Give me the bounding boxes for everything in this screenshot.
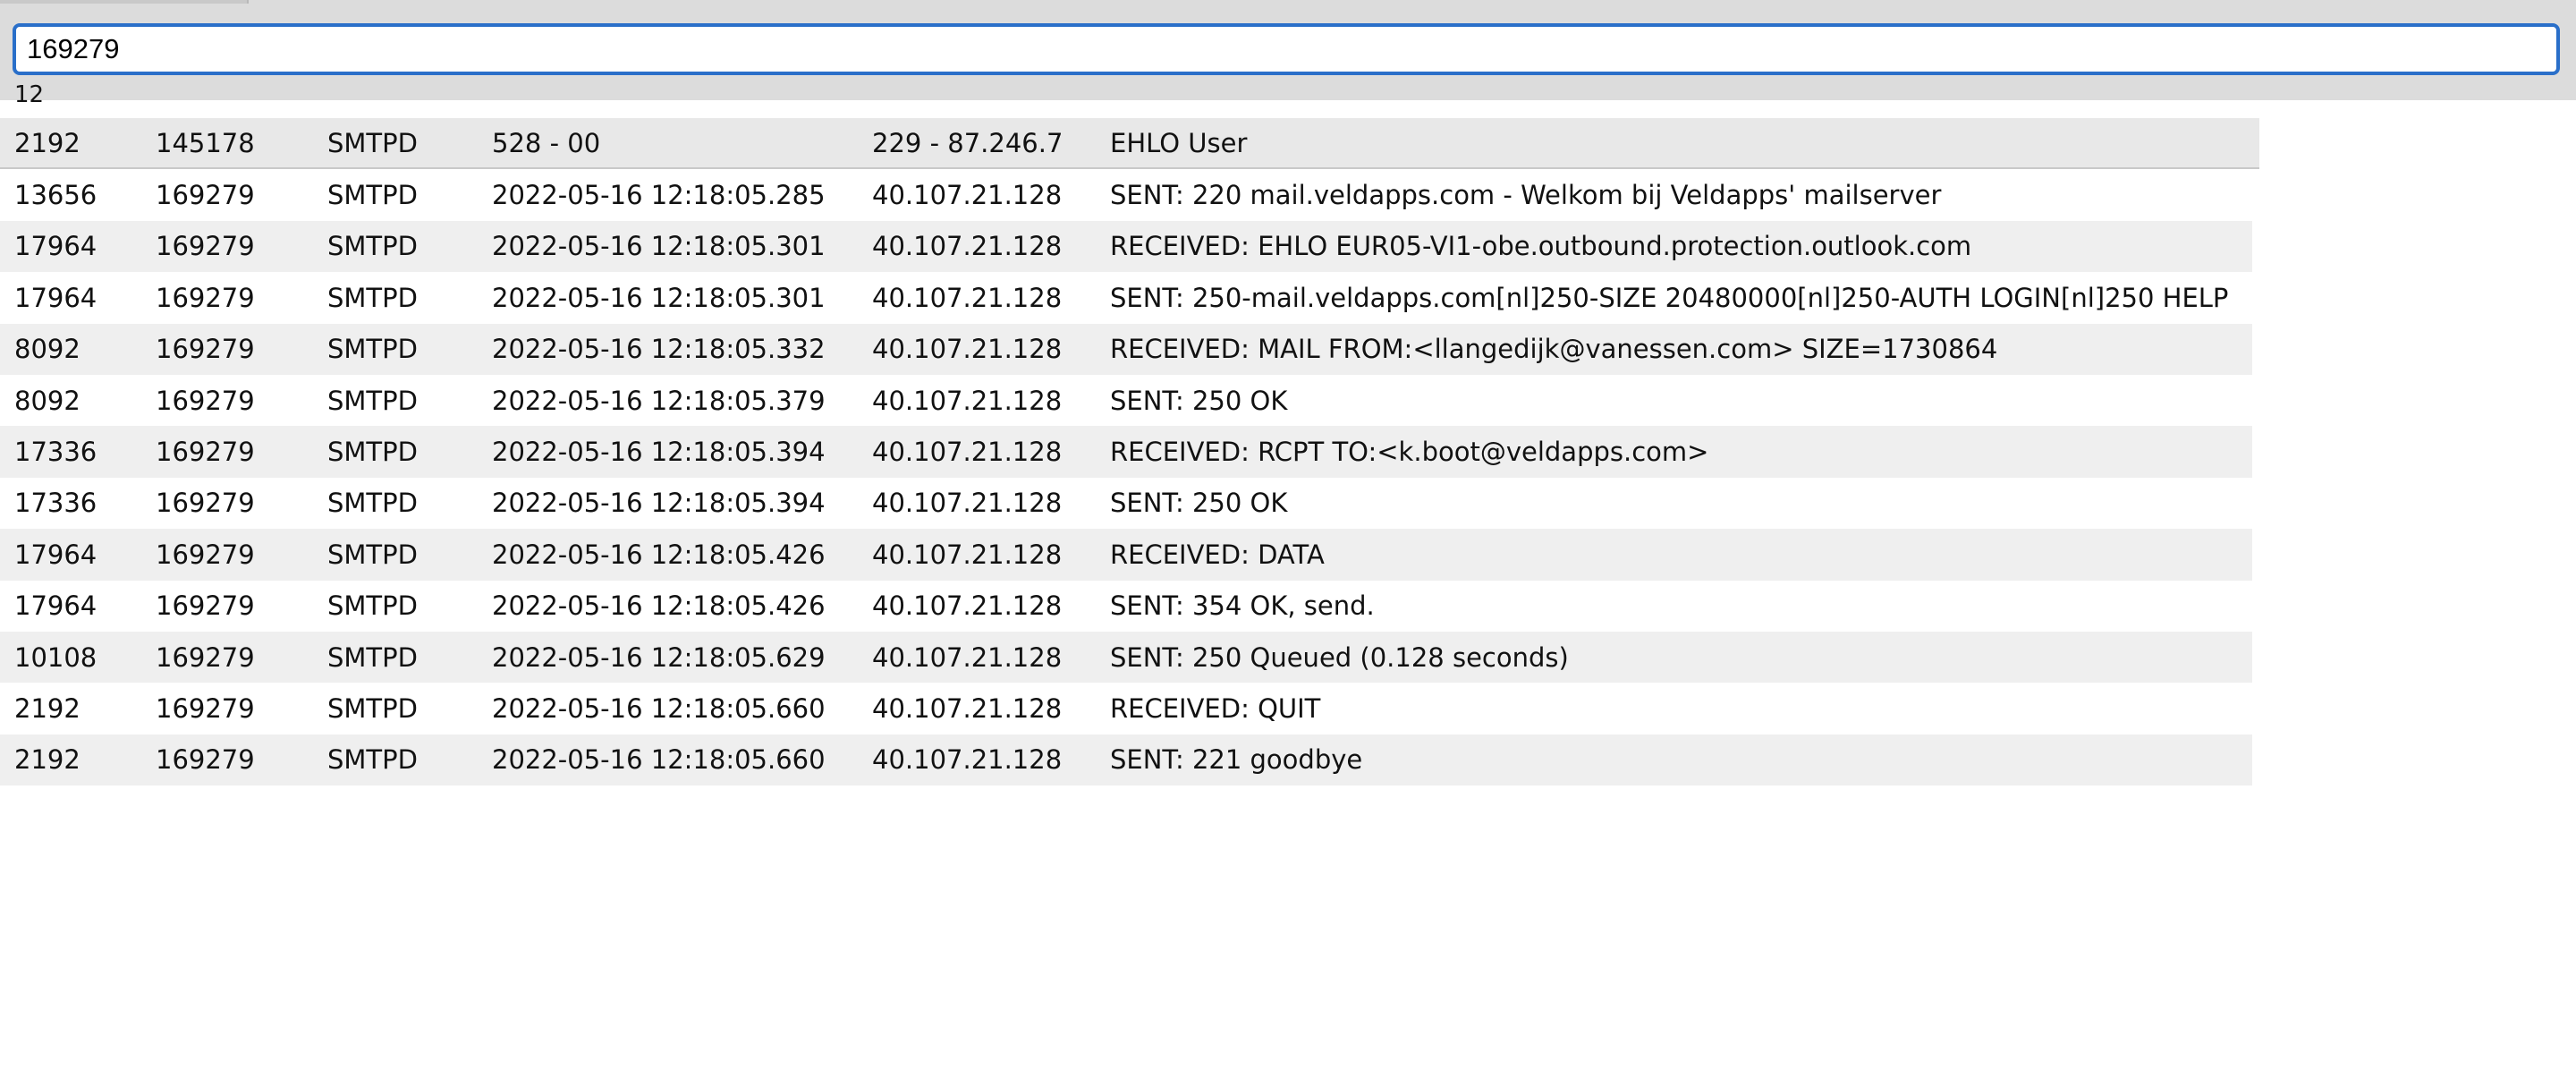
cell-message: EHLO User (1110, 127, 1248, 158)
cell-ip: 40.107.21.128 (872, 488, 1063, 519)
cell-pid: 2192 (14, 127, 80, 158)
cell-ip: 40.107.21.128 (872, 334, 1063, 365)
cell-message: RECEIVED: MAIL FROM:<llangedijk@vanessen… (1110, 334, 1998, 365)
table-row[interactable]: 2192 169279 SMTPD 2022-05-16 12:18:05.660 40… (0, 734, 2252, 786)
cell-time: 2022-05-16 12:18:05.301 (492, 231, 826, 262)
cell-session: 169279 (156, 744, 255, 776)
cell-ip: 40.107.21.128 (872, 744, 1063, 776)
cell-type: SMTPD (327, 231, 418, 262)
cell-message: RECEIVED: RCPT TO:<k.boot@veldapps.com> (1110, 437, 1709, 468)
cell-time: 2022-05-16 12:18:05.629 (492, 641, 826, 673)
cell-time: 2022-05-16 12:18:05.332 (492, 334, 826, 365)
cell-session: 169279 (156, 437, 255, 468)
cell-ip: 40.107.21.128 (872, 641, 1063, 673)
cell-ip: 229 - 87.246.7 (872, 127, 1063, 158)
cell-message: SENT: 250 Queued (0.128 seconds) (1110, 641, 1569, 673)
cell-session: 169279 (156, 180, 255, 211)
cell-pid: 2192 (14, 744, 80, 776)
cell-pid: 13656 (14, 180, 97, 211)
cell-session: 169279 (156, 692, 255, 724)
cell-message: SENT: 250-mail.veldapps.com[nl]250-SIZE … (1110, 282, 2229, 313)
cell-message: RECEIVED: EHLO EUR05-VI1-obe.outbound.pr… (1110, 231, 1972, 262)
cell-type: SMTPD (327, 590, 418, 622)
cell-message: SENT: 220 mail.veldapps.com - Welkom bij… (1110, 180, 1942, 211)
filter-toolbar: 12 (0, 0, 2576, 108)
cell-time: 2022-05-16 12:18:05.285 (492, 180, 826, 211)
cell-message: SENT: 250 OK (1110, 385, 1288, 416)
cell-time: 2022-05-16 12:18:05.394 (492, 437, 826, 468)
cell-session: 145178 (156, 127, 255, 158)
cell-message: SENT: 354 OK, send. (1110, 590, 1375, 622)
cell-ip: 40.107.21.128 (872, 539, 1063, 570)
cell-time: 2022-05-16 12:18:05.379 (492, 385, 826, 416)
cell-type: SMTPD (327, 692, 418, 724)
cell-pid: 10108 (14, 641, 97, 673)
cell-session: 169279 (156, 539, 255, 570)
cell-session: 169279 (156, 282, 255, 313)
cell-session: 169279 (156, 488, 255, 519)
table-row[interactable]: 8092 169279 SMTPD 2022-05-16 12:18:05.332 40… (0, 323, 2252, 375)
cell-message: SENT: 221 goodbye (1110, 744, 1363, 776)
cell-type: SMTPD (327, 127, 418, 158)
search-input[interactable] (16, 27, 2556, 72)
cell-pid: 17336 (14, 488, 97, 519)
table-row[interactable]: 17964 169279 SMTPD 2022-05-16 12:18:05.301 4… (0, 272, 2252, 324)
cell-pid: 17964 (14, 282, 97, 313)
cell-pid: 17964 (14, 539, 97, 570)
table-row[interactable]: 2192 169279 SMTPD 2022-05-16 12:18:05.660 40… (0, 683, 2252, 735)
cell-ip: 40.107.21.128 (872, 692, 1063, 724)
cell-session: 169279 (156, 641, 255, 673)
cell-pid: 8092 (14, 385, 80, 416)
table-row[interactable]: 10108 169279 SMTPD 2022-05-16 12:18:05.629 4… (0, 631, 2252, 684)
cell-ip: 40.107.21.128 (872, 282, 1063, 313)
cell-pid: 2192 (14, 692, 80, 724)
cell-ip: 40.107.21.128 (872, 385, 1063, 416)
cell-time: 2022-05-16 12:18:05.301 (492, 282, 826, 313)
table-row[interactable]: 17336 169279 SMTPD 2022-05-16 12:18:05.394 4… (0, 477, 2252, 530)
cell-pid: 17336 (14, 437, 97, 468)
cell-ip: 40.107.21.128 (872, 231, 1063, 262)
table-row[interactable]: 13656 169279 SMTPD 2022-05-16 12:18:05.285 4… (0, 169, 2252, 221)
cell-session: 169279 (156, 385, 255, 416)
cell-message: SENT: 250 OK (1110, 488, 1288, 519)
table-row[interactable]: 17964 169279 SMTPD 2022-05-16 12:18:05.301 4… (0, 220, 2252, 273)
cell-type: SMTPD (327, 488, 418, 519)
cell-pid: 17964 (14, 231, 97, 262)
search-field[interactable] (13, 23, 2560, 75)
cell-message: RECEIVED: DATA (1110, 539, 1325, 570)
cell-session: 169279 (156, 231, 255, 262)
cell-type: SMTPD (327, 334, 418, 365)
table-body: 13656 169279 SMTPD 2022-05-16 12:18:05.285 4… (0, 169, 2576, 786)
cell-ip: 40.107.21.128 (872, 437, 1063, 468)
cell-type: SMTPD (327, 437, 418, 468)
cell-message: RECEIVED: QUIT (1110, 692, 1321, 724)
cell-type: SMTPD (327, 539, 418, 570)
cell-type: SMTPD (327, 385, 418, 416)
cell-time: 528 - 00 (492, 127, 601, 158)
cell-time: 2022-05-16 12:18:05.426 (492, 539, 826, 570)
cell-session: 169279 (156, 590, 255, 622)
cell-session: 169279 (156, 334, 255, 365)
log-table: 2192 145178 SMTPD 528 - 00 229 - 87.246.… (0, 118, 2576, 786)
table-row[interactable]: 17964 169279 SMTPD 2022-05-16 12:18:05.426 4… (0, 580, 2252, 632)
cell-time: 2022-05-16 12:18:05.426 (492, 590, 826, 622)
cell-type: SMTPD (327, 641, 418, 673)
log-viewer: 12 2192 145178 SMTPD 528 - 00 229 - 87.2… (0, 0, 2576, 1070)
tab-edge (0, 0, 249, 4)
cell-type: SMTPD (327, 282, 418, 313)
cell-type: SMTPD (327, 744, 418, 776)
table-row[interactable]: 8092 169279 SMTPD 2022-05-16 12:18:05.379 40… (0, 374, 2252, 427)
cell-pid: 8092 (14, 334, 80, 365)
cell-time: 2022-05-16 12:18:05.394 (492, 488, 826, 519)
cell-time: 2022-05-16 12:18:05.660 (492, 692, 826, 724)
table-header-row[interactable]: 2192 145178 SMTPD 528 - 00 229 - 87.246.… (0, 118, 2259, 170)
table-row[interactable]: 17964 169279 SMTPD 2022-05-16 12:18:05.426 4… (0, 529, 2252, 581)
cell-ip: 40.107.21.128 (872, 180, 1063, 211)
table-row[interactable]: 17336 169279 SMTPD 2022-05-16 12:18:05.394 4… (0, 426, 2252, 478)
cell-type: SMTPD (327, 180, 418, 211)
cell-ip: 40.107.21.128 (872, 590, 1063, 622)
cell-pid: 17964 (14, 590, 97, 622)
cell-time: 2022-05-16 12:18:05.660 (492, 744, 826, 776)
result-count: 12 (14, 81, 45, 108)
